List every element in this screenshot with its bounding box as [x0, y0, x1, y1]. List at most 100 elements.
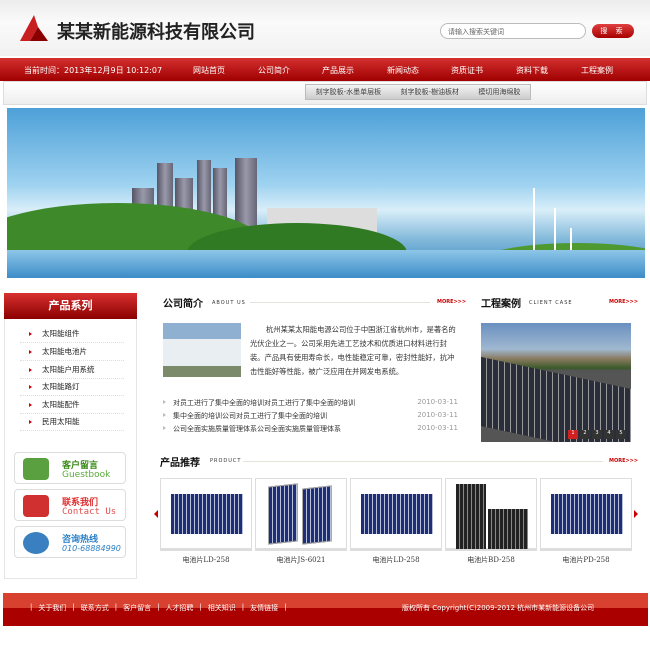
- logo[interactable]: [20, 15, 48, 41]
- submenu-item[interactable]: 模切用海绵胶: [478, 87, 520, 97]
- search-input[interactable]: 请输入搜索关键词: [440, 23, 586, 39]
- news-title[interactable]: 集中全面的培训公司对员工进行了集中全面的培训: [173, 412, 327, 420]
- product-card[interactable]: [160, 478, 252, 549]
- about-text: 杭州某某太阳能电源公司位于中国浙江省杭州市，是著名的光伏企业之一。公司采用先进工…: [250, 325, 456, 376]
- sidebar-item-label: 太阳能配件: [42, 400, 80, 409]
- arrow-icon: [163, 400, 166, 404]
- divider: [243, 461, 603, 462]
- about-subtitle: ABOUT US: [212, 300, 246, 306]
- nav-home[interactable]: 网站首页: [193, 65, 225, 76]
- solar-panel-image: [551, 494, 623, 534]
- search-button[interactable]: 搜 索: [592, 24, 634, 38]
- sidebar-item[interactable]: 太阳能配件: [20, 396, 124, 414]
- hotline-button[interactable]: 咨询热线 010-68884990: [14, 526, 126, 558]
- nav-certificates[interactable]: 资质证书: [451, 65, 483, 76]
- footer: | 关于我们 | 联系方式 | 客户留言 | 人才招聘 | 相关知识 | 友情链接 | 版权所…: [3, 593, 648, 626]
- arrow-icon: [163, 426, 166, 430]
- banner-image: [7, 108, 645, 278]
- arrow-icon: [29, 368, 32, 372]
- news-title[interactable]: 公司全面实施质量管理体系公司全面实施质量管理体系: [173, 425, 341, 433]
- product-label[interactable]: 电池片BD-258: [445, 555, 537, 565]
- nav-news[interactable]: 新闻动态: [387, 65, 419, 76]
- submenu-item[interactable]: 刻字胶板-水墨单层板: [316, 87, 382, 97]
- arrow-icon: [29, 332, 32, 336]
- header: 某某新能源科技有限公司 请输入搜索关键词 搜 索: [0, 0, 650, 56]
- news-item[interactable]: 对员工进行了集中全面的培训对员工进行了集中全面的培训 2010-03-11: [163, 398, 458, 408]
- product-card[interactable]: [255, 478, 347, 549]
- news-item[interactable]: 集中全面的培训公司对员工进行了集中全面的培训 2010-03-11: [163, 411, 458, 421]
- divider: [250, 302, 430, 303]
- solar-panel-image: [268, 483, 298, 545]
- news-item[interactable]: 公司全面实施质量管理体系公司全面实施质量管理体系 2010-03-11: [163, 424, 458, 434]
- news-date: 2010-03-11: [417, 411, 458, 419]
- footer-link[interactable]: 关于我们: [38, 603, 66, 613]
- products-more-link[interactable]: MORE>>>: [609, 458, 638, 464]
- product-label[interactable]: 电池片LD-258: [160, 555, 252, 565]
- product-label[interactable]: 电池片JS-6021: [255, 555, 347, 565]
- solar-panel-image: [488, 509, 528, 549]
- guestbook-icon: [23, 458, 49, 480]
- submenu-item[interactable]: 刻字胶板-樹油板材: [401, 87, 460, 97]
- support-icon: [23, 532, 49, 554]
- main-nav: 当前时间：2013年12月9日 10:12:07 网站首页 公司简介 产品展示 …: [0, 58, 650, 81]
- guestbook-button[interactable]: 客户留言 Guestbook: [14, 452, 126, 484]
- copyright: 版权所有 Copyright(C)2009-2012 杭州市某新能源设备公司: [402, 604, 595, 612]
- button-sublabel: 010-68884990: [62, 544, 121, 553]
- case-slideshow-image[interactable]: 1 2 3 4 5: [481, 323, 631, 442]
- sidebar-item[interactable]: 太阳能路灯: [20, 378, 124, 396]
- scroll-left-arrow-icon[interactable]: [154, 510, 158, 518]
- sidebar-item[interactable]: 太阳能电池片: [20, 343, 124, 361]
- about-more-link[interactable]: MORE>>>: [437, 299, 466, 305]
- scroll-right-arrow-icon[interactable]: [634, 510, 638, 518]
- products-subtitle: PRODUCT: [210, 458, 242, 464]
- slide-dot[interactable]: 3: [592, 430, 602, 439]
- book-icon: [23, 495, 49, 517]
- arrow-icon: [29, 385, 32, 389]
- sidebar-title: 产品系列: [4, 293, 137, 319]
- nav-about[interactable]: 公司简介: [258, 65, 290, 76]
- product-card[interactable]: [350, 478, 442, 549]
- footer-link[interactable]: 人才招聘: [165, 603, 193, 613]
- slide-indicators: 1 2 3 4 5: [568, 430, 626, 439]
- slide-dot[interactable]: 2: [580, 430, 590, 439]
- nav-cases[interactable]: 工程案例: [581, 65, 613, 76]
- solar-panel-image: [302, 485, 332, 545]
- slide-dot[interactable]: 1: [568, 430, 578, 439]
- nav-downloads[interactable]: 资料下载: [516, 65, 548, 76]
- datetime: 当前时间：2013年12月9日 10:12:07: [24, 66, 163, 75]
- product-card[interactable]: [445, 478, 537, 549]
- footer-link[interactable]: 客户留言: [123, 603, 151, 613]
- cases-more-link[interactable]: MORE>>>: [609, 299, 638, 305]
- news-date: 2010-03-11: [417, 398, 458, 406]
- product-label[interactable]: 电池片LD-258: [350, 555, 442, 565]
- company-building-image: [163, 323, 241, 377]
- nav-products[interactable]: 产品展示: [322, 65, 354, 76]
- news-date: 2010-03-11: [417, 424, 458, 432]
- product-card[interactable]: [540, 478, 632, 549]
- arrow-icon: [29, 403, 32, 407]
- solar-panel-image: [361, 494, 433, 534]
- arrow-icon: [29, 350, 32, 354]
- footer-link[interactable]: 相关知识: [208, 603, 236, 613]
- about-title: 公司简介: [163, 299, 203, 310]
- footer-link[interactable]: 联系方式: [81, 603, 109, 613]
- arrow-icon: [163, 413, 166, 417]
- sidebar-item[interactable]: 民用太阳能: [20, 413, 124, 431]
- news-title[interactable]: 对员工进行了集中全面的培训对员工进行了集中全面的培训: [173, 399, 355, 407]
- solar-panel-image: [171, 494, 243, 534]
- contact-button[interactable]: 联系我们 Contact Us: [14, 489, 126, 521]
- footer-links: | 关于我们 | 联系方式 | 客户留言 | 人才招聘 | 相关知识 | 友情链接 |: [30, 603, 287, 613]
- solar-panel-image: [456, 484, 486, 549]
- site-title: 某某新能源科技有限公司: [57, 22, 255, 43]
- slide-dot[interactable]: 4: [604, 430, 614, 439]
- product-label[interactable]: 电池片PD-258: [540, 555, 632, 565]
- slide-dot[interactable]: 5: [616, 430, 626, 439]
- sidebar-item-label: 太阳能户用系统: [42, 365, 95, 374]
- cases-subtitle: CLIENT CASE: [529, 300, 573, 306]
- sidebar-item-label: 太阳能组件: [42, 329, 80, 338]
- footer-link[interactable]: 友情链接: [250, 603, 278, 613]
- button-sublabel: Guestbook: [62, 470, 111, 480]
- sidebar-item[interactable]: 太阳能户用系统: [20, 361, 124, 379]
- sidebar-item[interactable]: 太阳能组件: [20, 325, 124, 343]
- button-sublabel: Contact Us: [62, 507, 117, 517]
